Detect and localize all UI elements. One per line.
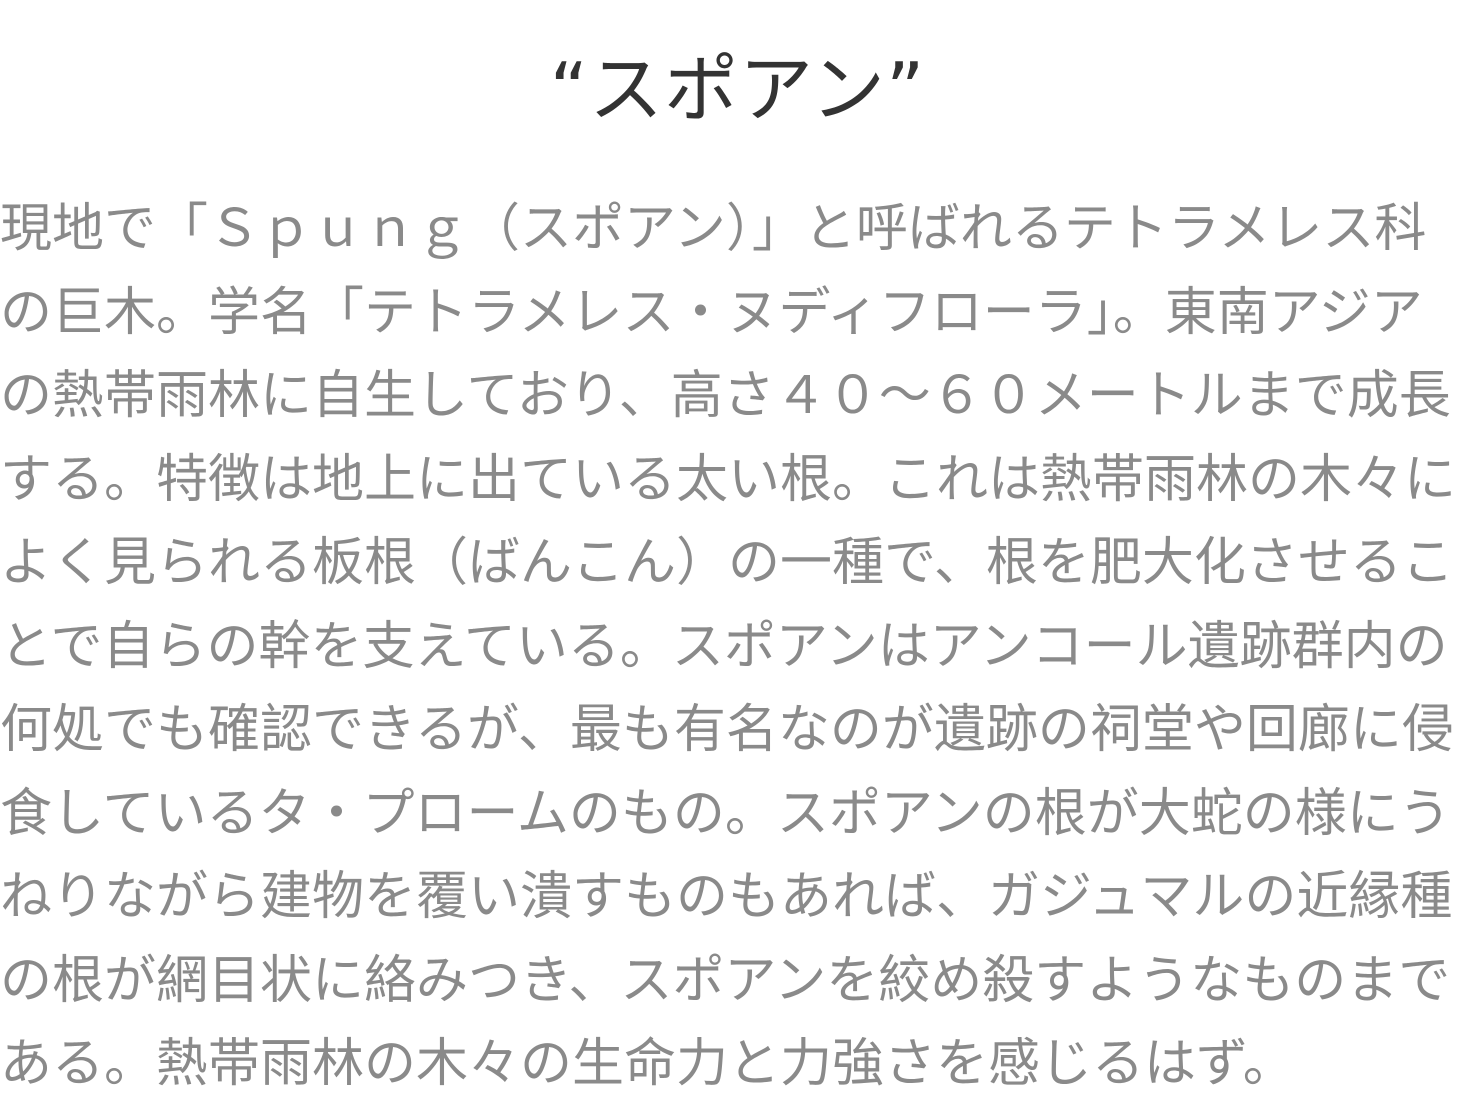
body-line: とで自らの幹を支えている。スポアンはアンコール遺跡群内の (0, 616, 1448, 677)
body-line: 現地で「Ｓｐｕｎｇ（スポアン）」と呼ばれるテトラメレス科 (0, 199, 1427, 259)
body-line: の熱帯雨林に自生しており、高さ４０～６０メートルまで成長 (0, 366, 1451, 426)
body-line: ねりながら建物を覆い潰すものもあれば、ガジュマルの近縁種 (0, 867, 1453, 927)
article-title: “スポアン” (549, 47, 926, 133)
body-line: 食しているタ・プロームのもの。スポアンの根が大蛇の様にう (0, 783, 1451, 844)
body-line: ある。熱帯雨林の木々の生命力と力強さを感じるはず。 (0, 1034, 1295, 1094)
body-line: よく見られる板根（ばんこん）の一種で、根を肥大化させるこ (0, 533, 1454, 593)
body-line: する。特徴は地上に出ている太い根。これは熱帯雨林の木々に (0, 449, 1457, 510)
article-body: 現地で「Ｓｐｕｎｇ（スポアン）」と呼ばれるテトラメレス科 の巨木。学名「テトラメ… (0, 188, 1475, 1107)
article: “スポアン” 現地で「Ｓｐｕｎｇ（スポアン）」と呼ばれるテトラメレス科 の巨木。… (0, 0, 1475, 1106)
body-line: の根が網目状に絡みつき、スポアンを絞め殺すようなものまで (0, 950, 1451, 1011)
body-line: の巨木。学名「テトラメレス・ヌディフローラ」。東南アジア (0, 282, 1423, 343)
body-line: 何処でも確認できるが、最も有名なのが遺跡の祠堂や回廊に侵 (0, 700, 1454, 760)
